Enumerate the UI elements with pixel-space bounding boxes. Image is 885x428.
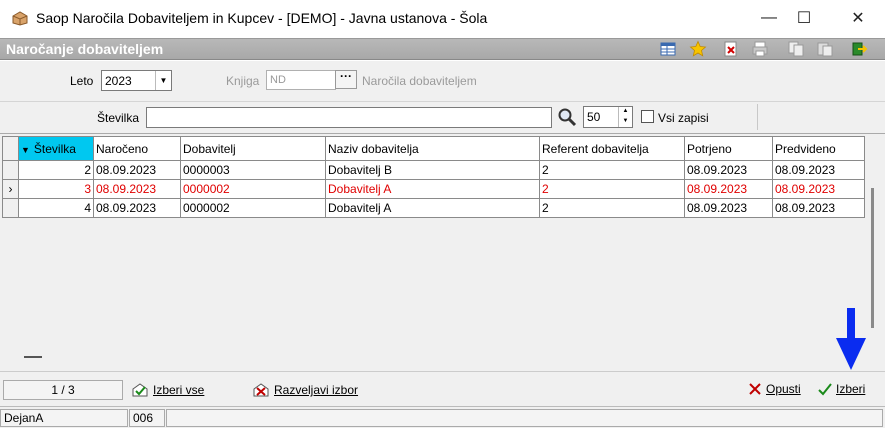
data-grid: ▼ Številka Naročeno Dobavitelj Naziv doba… — [0, 133, 885, 371]
cancel-icon — [749, 383, 761, 395]
status-user: DejanA — [0, 409, 128, 427]
horizontal-scrollbar-thumb[interactable] — [24, 356, 42, 358]
column-header-predvideno[interactable]: Predvideno — [772, 136, 865, 161]
row-indicator-header — [2, 136, 19, 161]
row-indicator — [2, 160, 19, 180]
chevron-up-icon[interactable]: ▲ — [619, 107, 632, 117]
stevilka-label: Številka — [97, 111, 140, 125]
cell-naroceno: 08.09.2023 — [93, 160, 181, 180]
copy-icon[interactable] — [787, 40, 805, 58]
column-header-potrjeno[interactable]: Potrjeno — [684, 136, 773, 161]
undo-selection-button[interactable]: Razveljavi izbor — [252, 382, 358, 398]
status-bar: DejanA 006 — [0, 406, 885, 428]
knjiga-value: ND — [270, 74, 286, 86]
cell-dobavitelj: 0000003 — [180, 160, 326, 180]
vertical-scrollbar[interactable] — [866, 138, 881, 366]
knjiga-description: Naročila dobaviteljem — [362, 74, 477, 88]
arrow-down-icon — [836, 308, 866, 370]
cell-naroceno: 08.09.2023 — [93, 179, 181, 199]
search-input[interactable] — [146, 107, 552, 128]
leto-label: Leto — [70, 74, 94, 88]
cell-referent: 2 — [539, 179, 685, 199]
chevron-down-icon[interactable]: ▼ — [155, 71, 171, 90]
table-row[interactable]: 4 08.09.2023 0000002 Dobavitelj A 2 08.0… — [2, 198, 865, 218]
window-title: Saop Naročila Dobaviteljem in Kupcev - [… — [36, 10, 488, 26]
table-header-row: ▼ Številka Naročeno Dobavitelj Naziv doba… — [2, 136, 865, 161]
row-indicator: › — [2, 179, 19, 199]
column-header-naroceno[interactable]: Naročeno — [93, 136, 181, 161]
select-all-label: Izberi vse — [153, 383, 205, 397]
cell-dobavitelj: 0000002 — [180, 198, 326, 218]
vsi-zapisi-label: Vsi zapisi — [658, 111, 709, 125]
knjiga-label: Knjiga — [226, 74, 260, 88]
print-icon[interactable] — [751, 40, 769, 58]
delete-icon[interactable] — [722, 40, 740, 58]
cancel-label: Opusti — [766, 382, 801, 396]
divider — [757, 104, 758, 130]
cell-naroceno: 08.09.2023 — [93, 198, 181, 218]
cell-stevilka: 2 — [18, 160, 94, 180]
cell-predvideno: 08.09.2023 — [772, 160, 865, 180]
cell-naziv: Dobavitelj A — [325, 179, 540, 199]
sort-down-icon: ▼ — [21, 144, 30, 155]
select-button[interactable]: Izberi — [818, 382, 865, 396]
limit-stepper[interactable]: 50 ▲ ▼ — [583, 106, 633, 128]
vsi-zapisi-checkbox[interactable] — [641, 110, 654, 123]
cell-referent: 2 — [539, 160, 685, 180]
filter-panel: Leto 2023 ▼ Knjiga ND ··· Naročila dobav… — [0, 61, 885, 101]
status-code: 006 — [129, 409, 165, 427]
select-all-button[interactable]: Izberi vse — [131, 382, 204, 398]
leto-value: 2023 — [105, 74, 132, 88]
cell-stevilka: 3 — [18, 179, 94, 199]
knjiga-field[interactable]: ND — [266, 70, 336, 90]
cancel-button[interactable]: Opusti — [748, 382, 801, 396]
column-header-stevilka[interactable]: ▼ Številka — [18, 136, 94, 161]
page-indicator: 1 / 3 — [3, 380, 123, 400]
maximize-button[interactable]: ☐ — [781, 0, 827, 36]
exit-icon[interactable] — [850, 40, 868, 58]
undo-select-icon — [253, 383, 269, 397]
cell-dobavitelj: 0000002 — [180, 179, 326, 199]
column-header-naziv[interactable]: Naziv dobavitelja — [325, 136, 540, 161]
star-icon[interactable] — [689, 40, 707, 58]
cell-predvideno: 08.09.2023 — [772, 179, 865, 199]
table-row[interactable]: 2 08.09.2023 0000003 Dobavitelj B 2 08.0… — [2, 160, 865, 180]
scrollbar-thumb[interactable] — [871, 188, 874, 328]
cell-predvideno: 08.09.2023 — [772, 198, 865, 218]
cell-naziv: Dobavitelj B — [325, 160, 540, 180]
limit-value: 50 — [587, 110, 601, 124]
cell-stevilka: 4 — [18, 198, 94, 218]
select-all-icon — [132, 383, 148, 397]
row-indicator — [2, 198, 19, 218]
cell-naziv: Dobavitelj A — [325, 198, 540, 218]
cell-potrjeno: 08.09.2023 — [684, 179, 773, 199]
cell-referent: 2 — [539, 198, 685, 218]
status-message — [166, 409, 883, 427]
action-bar: 1 / 3 Izberi vse Razveljavi izbor Opusti… — [0, 371, 885, 406]
undo-selection-label: Razveljavi izbor — [274, 383, 359, 397]
table-icon[interactable] — [659, 40, 677, 58]
select-label: Izberi — [836, 382, 866, 396]
app-icon — [12, 11, 28, 26]
cell-potrjeno: 08.09.2023 — [684, 198, 773, 218]
table-row-selected[interactable]: › 3 08.09.2023 0000002 Dobavitelj A 2 08… — [2, 179, 865, 199]
orders-table: ▼ Številka Naročeno Dobavitelj Naziv doba… — [2, 136, 865, 218]
cell-potrjeno: 08.09.2023 — [684, 160, 773, 180]
form-title: Naročanje dobaviteljem — [6, 41, 164, 57]
knjiga-browse-button[interactable]: ··· — [335, 70, 357, 89]
search-row: Številka 50 ▲ ▼ Vsi zapisi — [0, 101, 885, 133]
paste-icon[interactable] — [816, 40, 834, 58]
chevron-down-icon[interactable]: ▼ — [619, 117, 632, 127]
check-icon — [818, 383, 832, 396]
close-button[interactable]: ✕ — [835, 0, 881, 36]
title-bar: Saop Naročila Dobaviteljem in Kupcev - [… — [0, 0, 885, 38]
search-icon[interactable] — [557, 107, 577, 127]
column-header-referent[interactable]: Referent dobavitelja — [539, 136, 685, 161]
leto-select[interactable]: 2023 ▼ — [101, 70, 172, 91]
column-header-dobavitelj[interactable]: Dobavitelj — [180, 136, 326, 161]
